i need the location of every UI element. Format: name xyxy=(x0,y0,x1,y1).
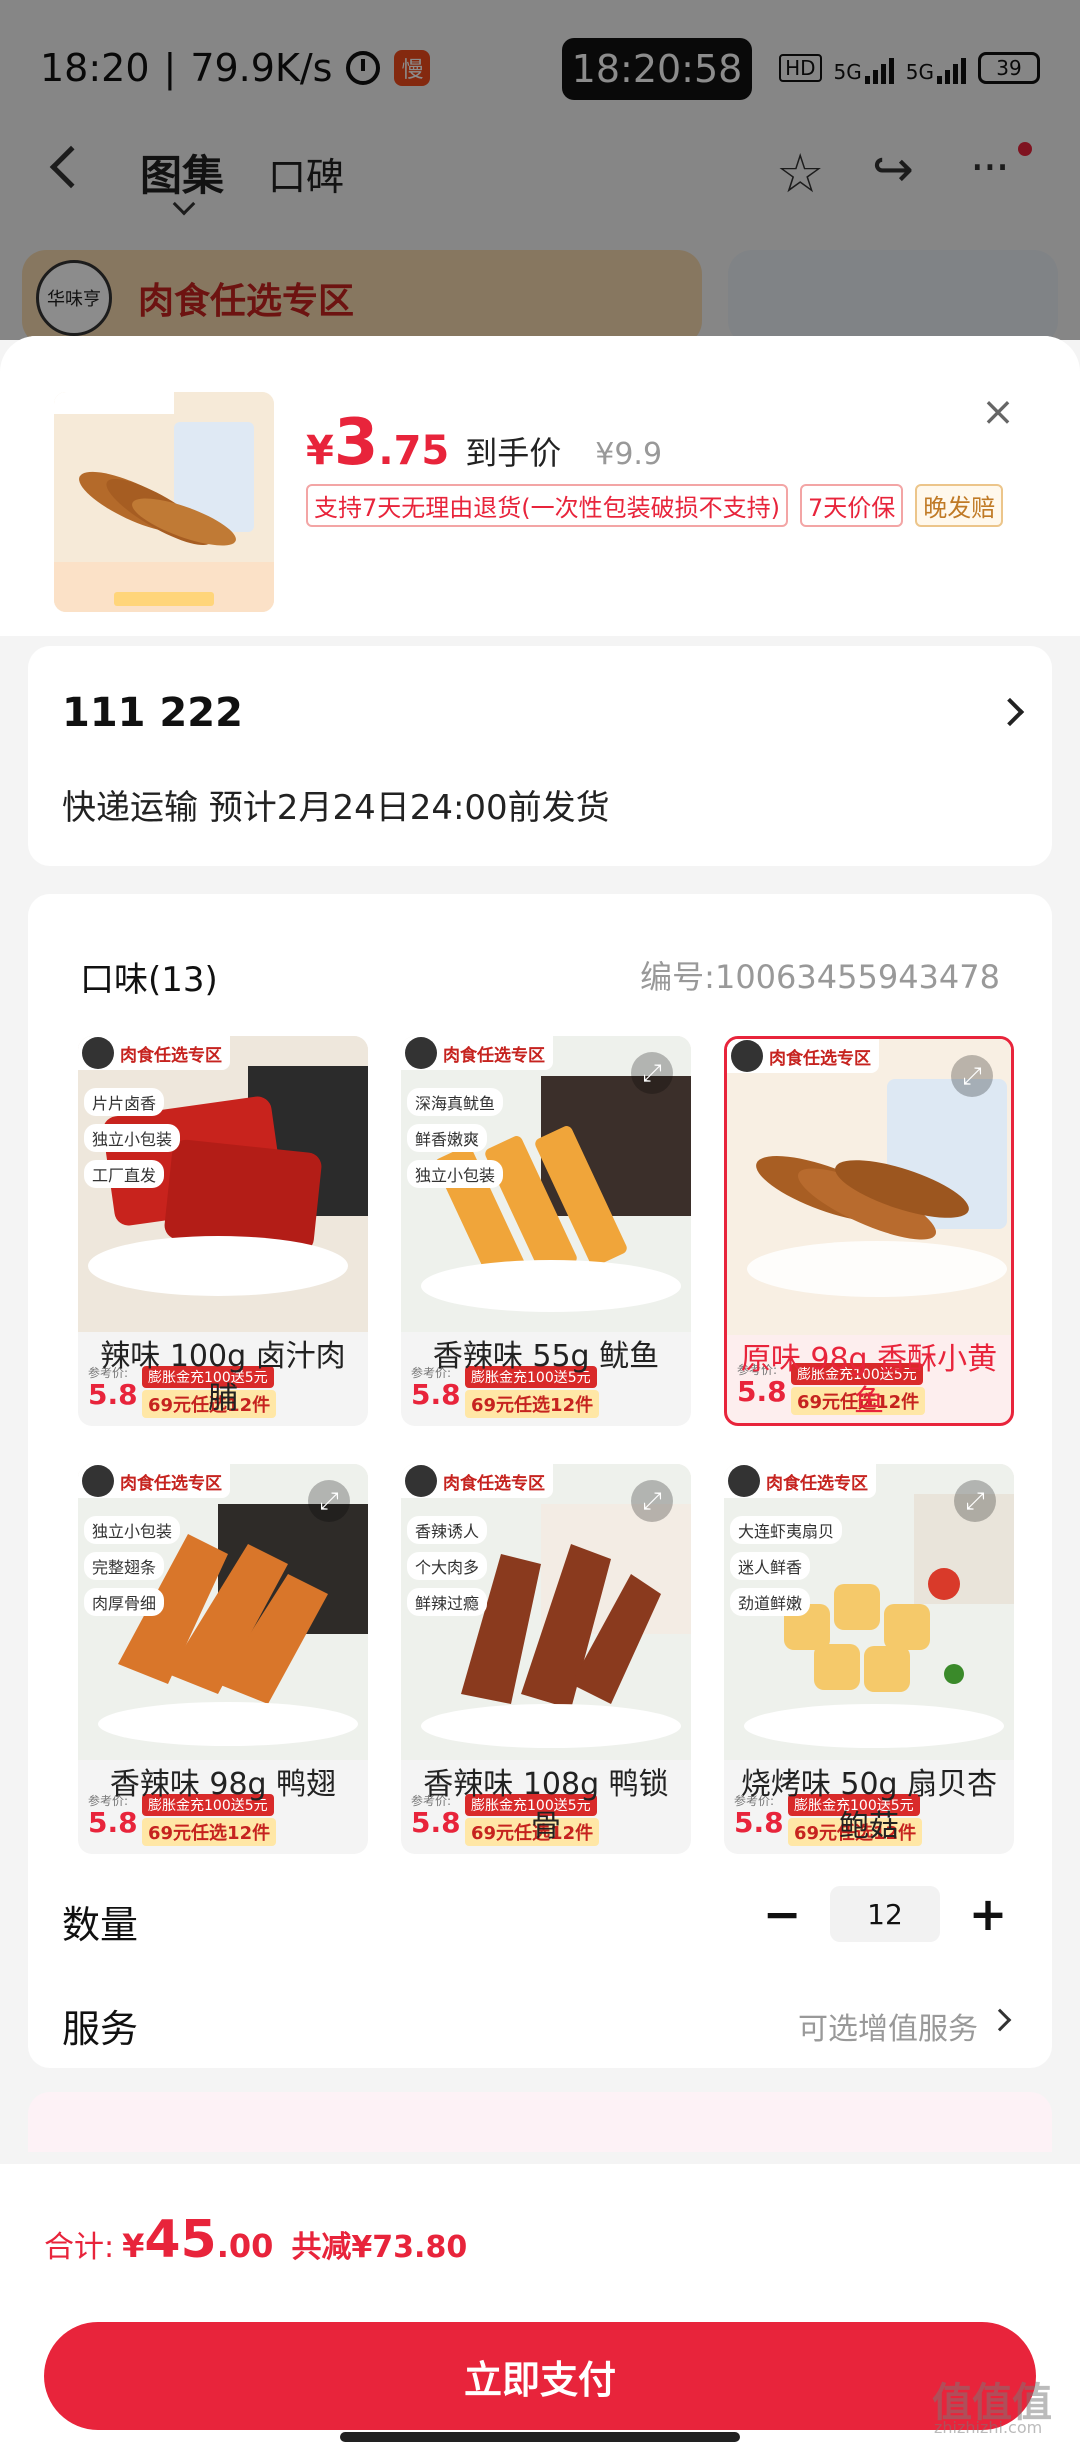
home-indicator[interactable] xyxy=(340,2432,740,2442)
chevron-right-icon xyxy=(988,2008,1012,2032)
brand-logo xyxy=(405,1037,437,1069)
flavor-option[interactable]: 肉食任选专区 ⤢ 独立小包装 完整翅条 肉厚骨细 参考价: 5.8 膨胀金充100送… xyxy=(78,1464,368,1854)
zone-badge: 肉食任选专区 xyxy=(724,1464,876,1498)
brand-logo xyxy=(731,1040,763,1072)
zone-badge: 肉食任选专区 xyxy=(401,1036,553,1070)
quantity-input[interactable]: 12 xyxy=(830,1886,940,1942)
feature-list: 独立小包装 完整翅条 肉厚骨细 xyxy=(84,1516,181,1616)
flavor-label: 辣味 100g 卤汁肉脯 xyxy=(100,1339,346,1416)
brand-logo xyxy=(82,1037,114,1069)
chevron-right-icon xyxy=(995,697,1025,727)
service-tags: 支持7天无理由退货(一次性包装破损不支持) 7天价保 晚发赔 xyxy=(306,484,1004,527)
total-currency: ¥ xyxy=(122,2227,145,2265)
close-icon[interactable]: × xyxy=(978,392,1018,432)
expand-icon[interactable]: ⤢ xyxy=(631,1052,673,1094)
total-integer: 45 xyxy=(144,2210,217,2270)
feature-list: 片片卤香 独立小包装 工厂直发 xyxy=(84,1088,181,1188)
total-label: 合计: xyxy=(44,2230,115,2265)
product-header: ¥ 3 .75 到手价 ¥9.9 支持7天无理由退货(一次性包装破损不支持) 7… xyxy=(0,336,1080,636)
feature-list: 大连虾夷扇贝 迷人鲜香 劲道鲜嫩 xyxy=(730,1516,843,1616)
flavor-label: 香辣味 108g 鸭锁骨 xyxy=(423,1767,669,1844)
zone-badge: 肉食任选专区 xyxy=(401,1464,553,1498)
flavor-option[interactable]: 肉食任选专区 片片卤香 独立小包装 工厂直发 参考价: 5.8 膨胀金充100送5元… xyxy=(78,1036,368,1426)
tag-late-compensation: 晚发赔 xyxy=(915,484,1004,527)
product-thumbnail[interactable] xyxy=(54,392,274,612)
flavor-title: 口味(13) xyxy=(80,960,218,1000)
plus-icon[interactable]: + xyxy=(960,1886,1016,1942)
expand-icon[interactable]: ⤢ xyxy=(308,1480,350,1522)
price-integer: 3 xyxy=(333,406,379,480)
quantity-stepper: − 12 + xyxy=(754,1886,1016,1942)
feature-list: 香辣诱人 个大肉多 鲜辣过瘾 xyxy=(407,1516,488,1616)
feature-list: 深海真鱿鱼 鲜香嫩爽 独立小包装 xyxy=(407,1088,504,1188)
flavor-option-selected[interactable]: 肉食任选专区 ⤢ 参考价: 5.8 膨胀金充100送5元 69元任选12件 原味 98… xyxy=(724,1036,1014,1426)
purchase-sheet: ¥ 3 .75 到手价 ¥9.9 支持7天无理由退货(一次性包装破损不支持) 7… xyxy=(0,336,1080,2460)
watermark-url: zhizhizhi.com xyxy=(934,2418,1043,2437)
price-label: 到手价 xyxy=(465,434,562,472)
total-decimal: .00 xyxy=(216,2227,274,2265)
tag-price-protect: 7天价保 xyxy=(800,484,904,527)
address-card[interactable]: 111 222 快递运输 预计2月24日24:00前发货 xyxy=(28,646,1052,866)
zone-badge: 肉食任选专区 xyxy=(78,1464,230,1498)
flavor-label: 香辣味 55g 鱿鱼 xyxy=(432,1339,660,1374)
pay-now-button[interactable]: 立即支付 xyxy=(44,2322,1036,2430)
tag-return: 支持7天无理由退货(一次性包装破损不支持) xyxy=(306,484,788,527)
flavor-label: 烧烤味 50g 扇贝杏鲍菇 xyxy=(740,1767,998,1844)
recipient-name: 111 222 xyxy=(62,690,243,736)
service-label: 服务 xyxy=(62,2007,139,2051)
promo-card-peek xyxy=(28,2092,1052,2152)
dim-overlay[interactable] xyxy=(0,0,1080,340)
price-decimal: .75 xyxy=(378,428,450,474)
flavor-label: 原味 98g 香酥小黄鱼 xyxy=(740,1342,998,1419)
expand-icon[interactable]: ⤢ xyxy=(954,1480,996,1522)
flavor-option[interactable]: 肉食任选专区 ⤢ 香辣诱人 个大肉多 鲜辣过瘾 参考价: 5.8 膨胀金充100送5… xyxy=(401,1464,691,1854)
discount-amount: 共减¥73.80 xyxy=(291,2230,468,2265)
flavor-option[interactable]: 肉食任选专区 ⤢ 大连虾夷扇贝 迷人鲜香 劲道鲜嫩 参考价: 5.8 膨胀金充100… xyxy=(724,1464,1014,1854)
flavor-option[interactable]: 肉食任选专区 ⤢ 深海真鱿鱼 鲜香嫩爽 独立小包装 参考价: 5.8 膨胀金充100… xyxy=(401,1036,691,1426)
background-page: 18:20 | 79.9K/s 慢 18:20:58 HD 5G 5G 39 图… xyxy=(0,0,1080,345)
checkout-bar: 合计: ¥ 45 .00 共减¥73.80 立即支付 xyxy=(0,2164,1080,2460)
product-number: 编号:10063455943478 xyxy=(640,958,1000,996)
total-row: 合计: ¥ 45 .00 共减¥73.80 xyxy=(44,2210,467,2270)
brand-logo xyxy=(82,1465,114,1497)
spec-card: 口味(13) 编号:10063455943478 肉食任选专区 片片卤香 独立小… xyxy=(28,894,1052,2068)
flavor-label: 香辣味 98g 鸭翅 xyxy=(109,1767,337,1802)
expand-icon[interactable]: ⤢ xyxy=(631,1480,673,1522)
zone-badge: 肉食任选专区 xyxy=(78,1036,230,1070)
price-currency: ¥ xyxy=(306,428,334,474)
quantity-label: 数量 xyxy=(62,1903,139,1947)
service-option[interactable]: 可选增值服务 xyxy=(798,2004,978,2048)
brand-logo xyxy=(405,1465,437,1497)
original-price: ¥9.9 xyxy=(595,437,663,472)
expand-icon[interactable]: ⤢ xyxy=(951,1055,993,1097)
minus-icon[interactable]: − xyxy=(754,1886,810,1942)
shipping-info: 快递运输 预计2月24日24:00前发货 xyxy=(62,788,610,828)
brand-logo xyxy=(728,1465,760,1497)
price-row: ¥ 3 .75 到手价 ¥9.9 xyxy=(306,406,662,480)
zone-badge: 肉食任选专区 xyxy=(727,1039,879,1073)
